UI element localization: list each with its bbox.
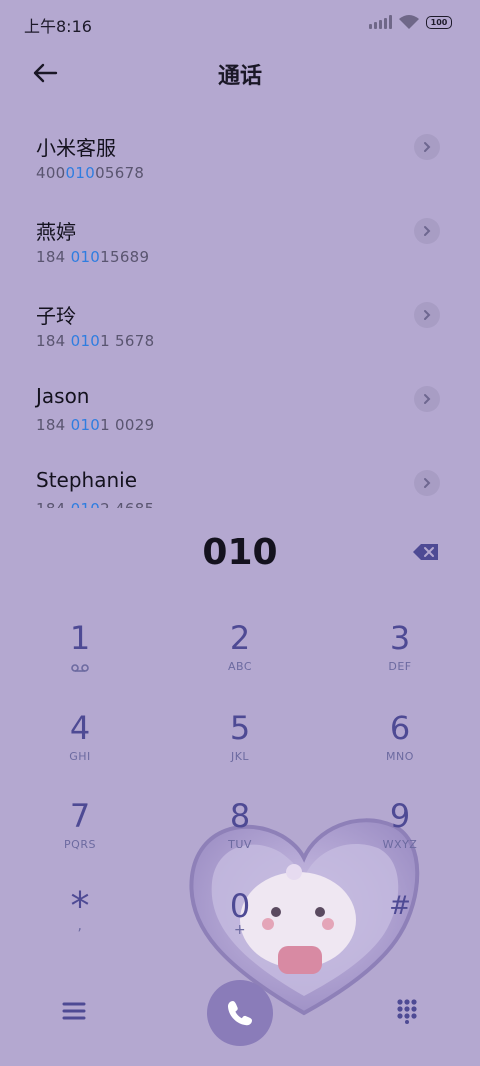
page-title: 通话 <box>217 64 262 89</box>
chevron-right-icon[interactable] <box>414 218 440 244</box>
status-bar: 上午8:16 100 <box>0 0 480 46</box>
contact-list: 小米客服 40001005678 燕婷 184 01015689 子玲 184 … <box>0 112 480 508</box>
contact-name: 子玲 <box>36 304 76 328</box>
signal-icon <box>369 15 392 29</box>
dialpad-icon[interactable] <box>396 998 418 1024</box>
contact-name: 燕婷 <box>36 220 76 244</box>
contact-number: 184 0101 5678 <box>36 332 155 350</box>
key-4[interactable]: 4 GHI <box>20 708 140 788</box>
contact-row[interactable]: 小米客服 40001005678 <box>0 112 480 196</box>
key-hash[interactable]: # <box>340 886 460 966</box>
status-icons: 100 <box>369 14 452 30</box>
chevron-right-icon[interactable] <box>414 134 440 160</box>
hamburger-menu-icon[interactable] <box>62 1000 86 1022</box>
key-6[interactable]: 6 MNO <box>340 708 460 788</box>
voicemail-icon <box>71 664 89 672</box>
chevron-right-icon[interactable] <box>414 386 440 412</box>
wifi-icon <box>399 15 419 29</box>
contact-row[interactable]: 燕婷 184 01015689 <box>0 196 480 280</box>
dialed-number: 010 <box>202 532 278 573</box>
contact-name: Jason <box>36 384 90 408</box>
contact-name: 小米客服 <box>36 136 116 160</box>
contact-number: 184 0101 0029 <box>36 416 155 434</box>
header: 通话 <box>0 46 480 100</box>
key-2[interactable]: 2 ABC <box>180 618 300 698</box>
key-7[interactable]: 7 PQRS <box>20 796 140 876</box>
contact-row[interactable]: Stephanie 184 0102 4685 <box>0 448 480 508</box>
contact-row[interactable]: 子玲 184 0101 5678 <box>0 280 480 364</box>
key-star[interactable]: * , <box>20 886 140 966</box>
chevron-right-icon[interactable] <box>414 470 440 496</box>
backspace-icon[interactable] <box>412 542 440 562</box>
contact-row[interactable]: Jason 184 0101 0029 <box>0 364 480 448</box>
battery-icon: 100 <box>426 15 452 29</box>
key-5[interactable]: 5 JKL <box>180 708 300 788</box>
chevron-right-icon[interactable] <box>414 302 440 328</box>
key-1[interactable]: 1 <box>20 618 140 698</box>
phone-icon <box>227 1001 252 1026</box>
key-9[interactable]: 9 WXYZ <box>340 796 460 876</box>
status-time: 上午8:16 <box>24 17 92 36</box>
contact-name: Stephanie <box>36 468 138 492</box>
contact-number: 40001005678 <box>36 164 145 182</box>
key-3[interactable]: 3 DEF <box>340 618 460 698</box>
contact-number: 184 01015689 <box>36 248 150 266</box>
dial-display: 010 <box>0 528 480 578</box>
contact-number: 184 0102 4685 <box>36 500 154 508</box>
call-button[interactable] <box>207 980 273 1046</box>
bottom-bar <box>0 978 480 1048</box>
key-0[interactable]: 0 + <box>180 886 300 966</box>
key-8[interactable]: 8 TUV <box>180 796 300 876</box>
